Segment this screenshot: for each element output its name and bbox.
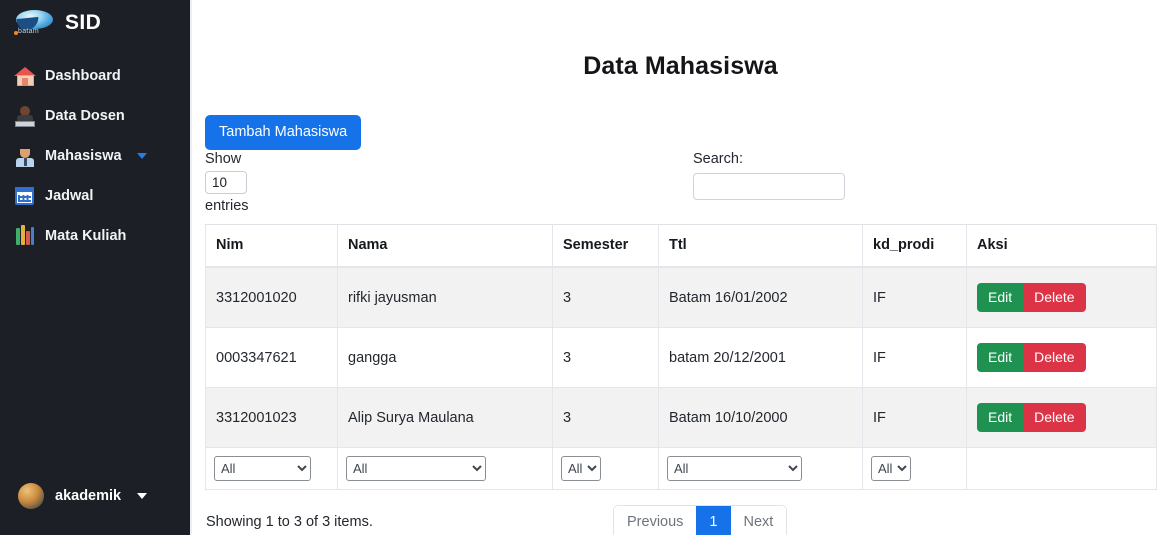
books-icon (14, 225, 36, 247)
table-header-row: Nim Nama Semester Ttl kd_prodi Aksi (205, 224, 1157, 268)
table-head: Nim Nama Semester Ttl kd_prodi Aksi (205, 224, 1157, 268)
column-header-kd-prodi[interactable]: kd_prodi (862, 224, 967, 268)
delete-button[interactable]: Delete (1023, 403, 1086, 432)
cell-nama: rifki jayusman (337, 266, 553, 328)
teacher-icon (14, 105, 36, 127)
cell-nama: Alip Surya Maulana (337, 387, 553, 448)
calendar-icon (14, 185, 36, 207)
sidebar-nav: Dashboard Data Dosen Mahasiswa Jadwal Ma… (0, 56, 190, 256)
sidebar-item-data-dosen[interactable]: Data Dosen (0, 96, 190, 136)
length-input[interactable] (205, 171, 247, 194)
cell-aksi: Edit Delete (966, 266, 1157, 328)
app-root: batam SID Dashboard Data Dosen Mahasiswa… (0, 0, 1166, 535)
sidebar-item-jadwal[interactable]: Jadwal (0, 176, 190, 216)
search-filter: Search: (693, 150, 845, 200)
column-header-nama[interactable]: Nama (337, 224, 553, 268)
filter-select-ttl[interactable]: All (667, 456, 802, 481)
column-header-nim[interactable]: Nim (205, 224, 338, 268)
brand-title: SID (65, 11, 102, 34)
table-row: 0003347621 gangga 3 batam 20/12/2001 IF … (205, 327, 1157, 388)
user-name: akademik (55, 488, 122, 504)
student-icon (14, 145, 36, 167)
pagination-page-1[interactable]: 1 (696, 506, 731, 535)
search-input[interactable] (693, 173, 845, 200)
sidebar-item-dashboard[interactable]: Dashboard (0, 56, 190, 96)
table-footer: Showing 1 to 3 of 3 items. Previous 1 Ne… (204, 505, 1155, 535)
cell-aksi: Edit Delete (966, 327, 1157, 388)
filter-select-nama[interactable]: All (346, 456, 486, 481)
delete-button[interactable]: Delete (1023, 343, 1086, 372)
sidebar-brand[interactable]: batam SID (0, 0, 190, 46)
batam-logo-icon: batam (14, 8, 56, 38)
add-mahasiswa-button[interactable]: Tambah Mahasiswa (205, 115, 362, 150)
cell-semester: 3 (552, 387, 659, 448)
filter-select-kd-prodi[interactable]: All (871, 456, 911, 481)
table-body: 3312001020 rifki jayusman 3 Batam 16/01/… (205, 266, 1157, 448)
page-title: Data Mahasiswa (583, 52, 778, 80)
pagination-next[interactable]: Next (730, 506, 787, 535)
filter-row: All All All All All (205, 447, 1157, 490)
cell-nim: 3312001020 (205, 266, 338, 328)
column-header-semester[interactable]: Semester (552, 224, 659, 268)
length-suffix-label: entries (205, 198, 249, 214)
cell-kd-prodi: IF (862, 387, 967, 448)
cell-kd-prodi: IF (862, 327, 967, 388)
main-content: Data Mahasiswa Tambah Mahasiswa Show ent… (192, 0, 1166, 535)
chevron-down-icon (136, 153, 147, 159)
mahasiswa-table: Nim Nama Semester Ttl kd_prodi Aksi 3312… (205, 224, 1157, 490)
showing-info: Showing 1 to 3 of 3 items. (206, 514, 373, 530)
table-controls: Show entries Search: (204, 150, 1157, 224)
cell-nim: 3312001023 (205, 387, 338, 448)
table-row: 3312001023 Alip Surya Maulana 3 Batam 10… (205, 387, 1157, 448)
sidebar-item-label: Data Dosen (45, 108, 125, 124)
cell-semester: 3 (552, 266, 659, 328)
filter-cell-aksi (966, 447, 1157, 490)
sidebar-item-label: Mata Kuliah (45, 228, 127, 244)
cell-ttl: Batam 16/01/2002 (658, 266, 863, 328)
cell-nim: 0003347621 (205, 327, 338, 388)
sidebar-item-label: Mahasiswa (45, 148, 122, 164)
edit-button[interactable]: Edit (977, 403, 1024, 432)
table-filter-row: All All All All All (205, 447, 1157, 490)
cell-kd-prodi: IF (862, 266, 967, 328)
delete-button[interactable]: Delete (1023, 283, 1086, 312)
sidebar-user-menu[interactable]: akademik (0, 483, 190, 535)
avatar (18, 483, 44, 509)
cell-semester: 3 (552, 327, 659, 388)
chevron-down-icon (137, 493, 148, 499)
house-icon (14, 65, 36, 87)
cell-ttl: Batam 10/10/2000 (658, 387, 863, 448)
column-header-ttl[interactable]: Ttl (658, 224, 863, 268)
cell-nama: gangga (337, 327, 553, 388)
length-prefix-label: Show (205, 151, 242, 167)
sidebar-item-label: Jadwal (45, 188, 94, 204)
filter-select-semester[interactable]: All (561, 456, 601, 481)
pagination: Previous 1 Next (613, 505, 788, 535)
sidebar: batam SID Dashboard Data Dosen Mahasiswa… (0, 0, 190, 535)
sidebar-item-label: Dashboard (45, 68, 121, 84)
sidebar-item-mata-kuliah[interactable]: Mata Kuliah (0, 216, 190, 256)
column-header-aksi: Aksi (966, 224, 1157, 268)
search-label: Search: (693, 151, 743, 167)
sidebar-item-mahasiswa[interactable]: Mahasiswa (0, 136, 190, 176)
pagination-previous[interactable]: Previous (614, 506, 697, 535)
cell-aksi: Edit Delete (966, 387, 1157, 448)
cell-ttl: batam 20/12/2001 (658, 327, 863, 388)
edit-button[interactable]: Edit (977, 283, 1024, 312)
filter-select-nim[interactable]: All (214, 456, 311, 481)
edit-button[interactable]: Edit (977, 343, 1024, 372)
table-row: 3312001020 rifki jayusman 3 Batam 16/01/… (205, 266, 1157, 328)
length-selector[interactable]: Show entries (205, 150, 249, 216)
logo-caption: batam (18, 28, 39, 35)
